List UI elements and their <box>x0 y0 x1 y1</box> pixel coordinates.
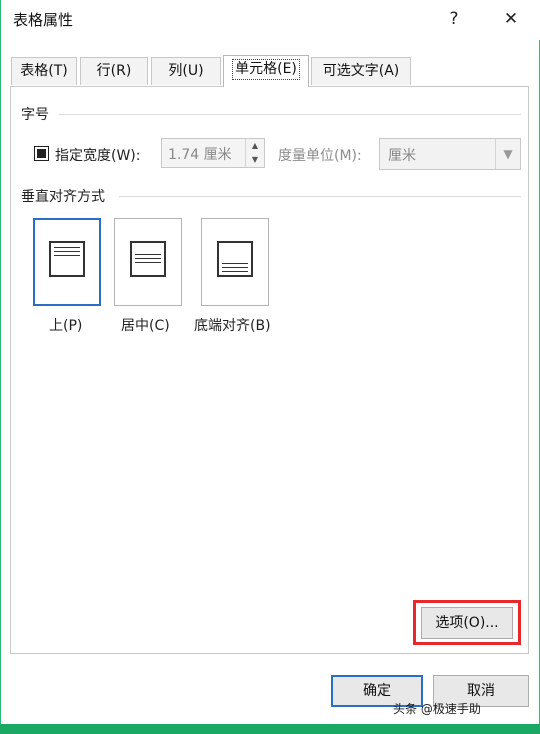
align-top-icon <box>49 241 85 277</box>
section-divider <box>119 196 521 197</box>
align-bottom-button[interactable] <box>201 218 269 306</box>
specify-width-label: 指定宽度(W): <box>55 148 141 164</box>
dialog-title: 表格属性 <box>13 11 74 29</box>
tab-row[interactable]: 行(R) <box>80 57 148 85</box>
width-stepper[interactable]: 1.74 厘米 ▲ ▼ <box>161 138 265 168</box>
align-center-label: 居中(C) <box>121 318 170 334</box>
chevron-down-icon: ▼ <box>495 139 520 169</box>
tab-table[interactable]: 表格(T) <box>11 57 77 85</box>
width-value: 1.74 厘米 <box>168 147 232 163</box>
title-bar: 表格属性 ? ✕ <box>1 0 540 40</box>
checkbox-fill <box>37 149 46 158</box>
stepper-buttons: ▲ ▼ <box>245 139 264 167</box>
section-divider <box>59 114 521 115</box>
chevron-down-icon[interactable]: ▼ <box>246 153 264 167</box>
size-section-label: 字号 <box>21 104 55 124</box>
align-center-button[interactable] <box>114 218 182 306</box>
align-top-button[interactable] <box>33 218 101 306</box>
table-properties-dialog: 表格属性 ? ✕ 表格(T) 行(R) 列(U) 单元格(E) 可选文字(A) … <box>0 0 540 724</box>
close-icon[interactable]: ✕ <box>497 6 525 32</box>
unit-select[interactable]: 厘米 ▼ <box>379 138 521 170</box>
help-icon[interactable]: ? <box>441 6 467 32</box>
tab-cell[interactable]: 单元格(E) <box>223 55 309 87</box>
tab-column[interactable]: 列(U) <box>151 57 221 85</box>
tab-alt-text[interactable]: 可选文字(A) <box>311 57 411 85</box>
chevron-up-icon[interactable]: ▲ <box>246 139 264 153</box>
tab-label: 可选文字(A) <box>322 63 400 79</box>
tab-label: 列(U) <box>168 63 204 79</box>
specify-width-checkbox[interactable] <box>34 146 49 161</box>
tab-label: 行(R) <box>96 63 132 79</box>
align-center-icon <box>130 241 166 277</box>
highlight-box <box>413 600 521 645</box>
unit-label: 度量单位(M): <box>278 148 362 164</box>
tab-label: 单元格(E) <box>232 59 300 80</box>
watermark-text: 头条 @极速手助 <box>393 702 481 716</box>
unit-value: 厘米 <box>388 148 416 164</box>
tab-panel <box>10 86 529 654</box>
valign-section-label: 垂直对齐方式 <box>21 186 111 206</box>
tab-label: 表格(T) <box>20 63 68 79</box>
align-bottom-icon <box>217 241 253 277</box>
align-bottom-label: 底端对齐(B) <box>194 318 271 334</box>
align-top-label: 上(P) <box>49 318 83 334</box>
